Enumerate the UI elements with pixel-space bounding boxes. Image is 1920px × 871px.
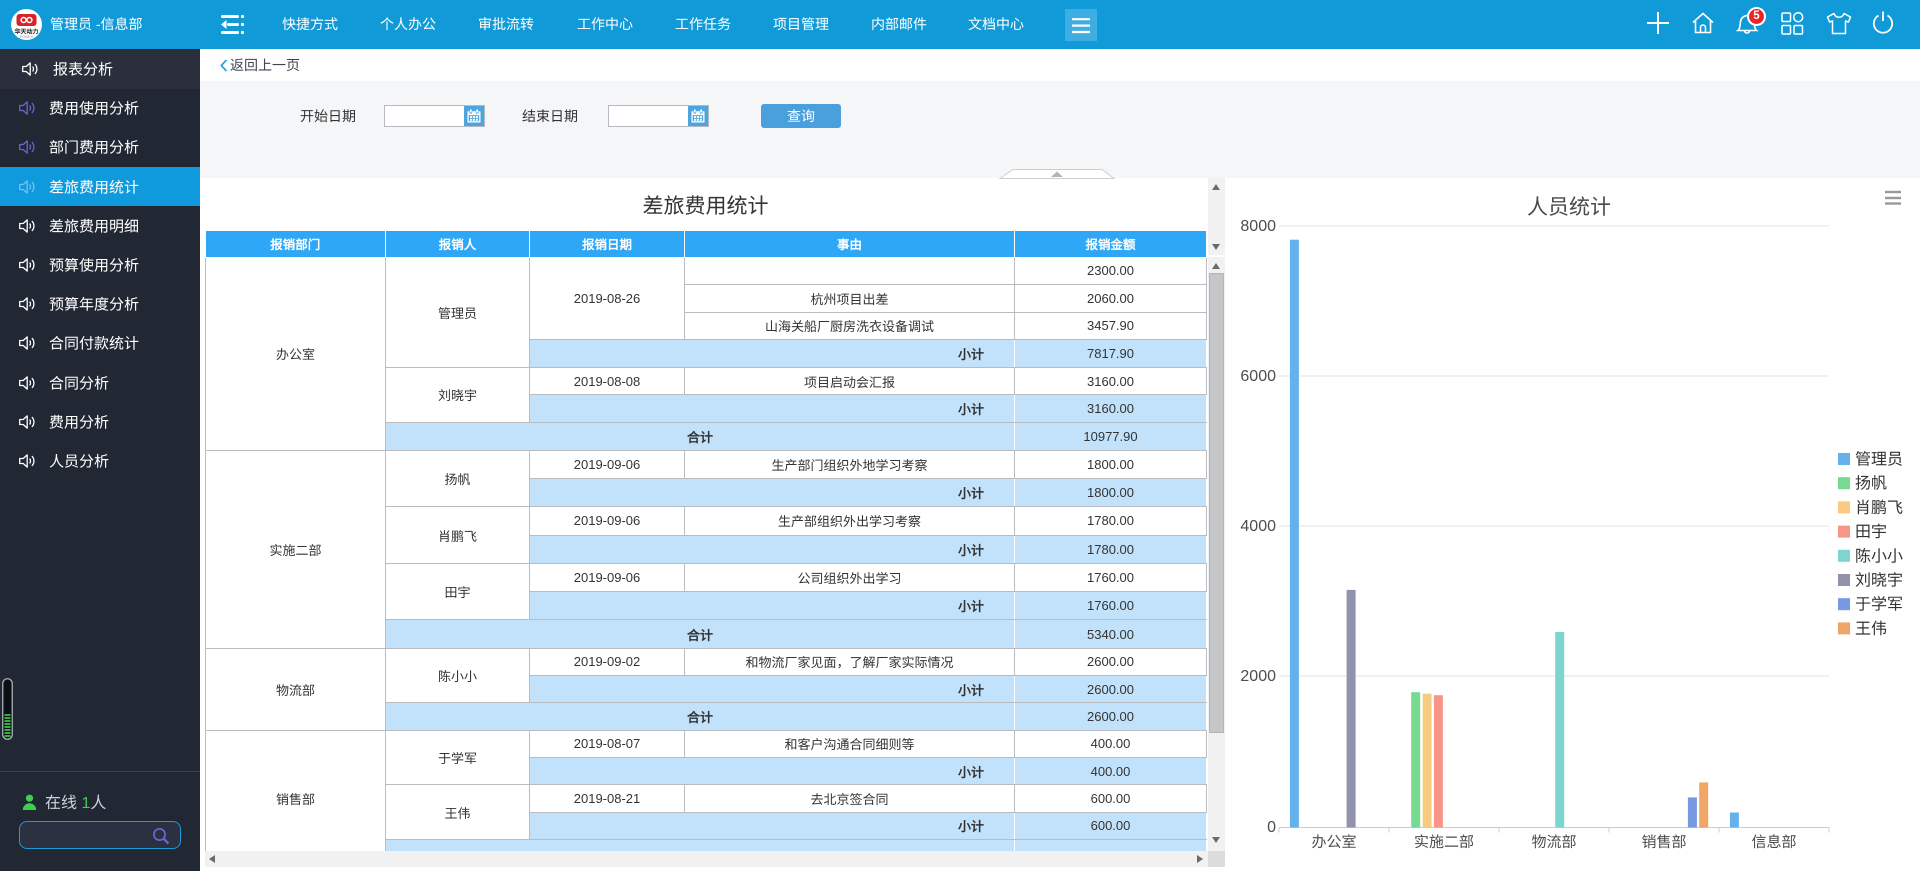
svg-text:扬帆: 扬帆	[1855, 475, 1887, 493]
svg-text:管理员: 管理员	[1855, 451, 1903, 469]
svg-text:实施二部: 实施二部	[1414, 834, 1474, 851]
svg-text:人员统计: 人员统计	[1527, 196, 1611, 219]
svg-text:0: 0	[1267, 819, 1276, 836]
svg-text:8000: 8000	[1240, 218, 1276, 235]
svg-text:4000: 4000	[1240, 518, 1276, 535]
svg-text:于学军: 于学军	[1855, 596, 1903, 614]
svg-text:肖鹏飞: 肖鹏飞	[1855, 499, 1903, 517]
svg-text:刘晓宇: 刘晓宇	[1855, 572, 1903, 590]
svg-text:田宇: 田宇	[1855, 523, 1887, 541]
svg-text:销售部: 销售部	[1641, 834, 1686, 851]
svg-text:陈小小: 陈小小	[1855, 547, 1903, 565]
svg-text:王伟: 王伟	[1855, 620, 1887, 638]
svg-text:POWER: POWER	[20, 35, 34, 39]
svg-text:6000: 6000	[1240, 368, 1276, 385]
svg-text:办公室: 办公室	[1311, 834, 1356, 851]
svg-text:2000: 2000	[1240, 668, 1276, 685]
svg-text:信息部: 信息部	[1751, 834, 1796, 851]
svg-text:物流部: 物流部	[1531, 834, 1576, 851]
